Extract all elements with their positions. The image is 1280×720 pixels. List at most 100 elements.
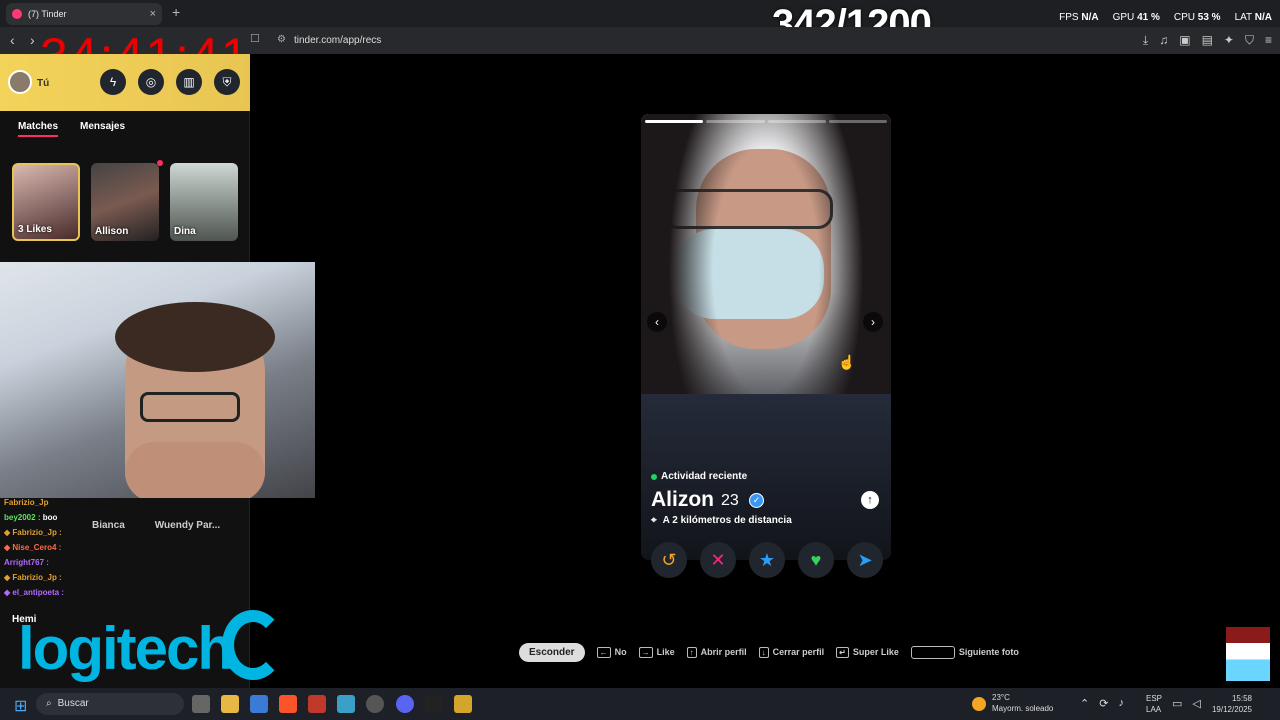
chat-line: bey2002 : boo bbox=[4, 513, 58, 522]
tab-matches[interactable]: Matches bbox=[18, 121, 59, 137]
chat-line: ◆ Nise_Cero4 : bbox=[4, 543, 62, 552]
keyboard-hints: Esconder ← No → Like ↑ Abrir perfil ↓ Cerrar… bbox=[519, 643, 1019, 662]
taskbar-search[interactable]: ⌕ Buscar bbox=[36, 693, 184, 715]
ai-icon[interactable]: ✦ bbox=[1224, 33, 1234, 48]
logitech-g-logo bbox=[222, 610, 284, 680]
prev-photo-icon[interactable]: ‹ bbox=[647, 312, 667, 332]
taskbar-clock[interactable]: 15:58 19/12/2025 bbox=[1210, 693, 1252, 715]
swipe-actions: ↺ ✕ ★ ♥ ➤ bbox=[651, 542, 883, 578]
briefcase-icon: ▥ bbox=[183, 75, 195, 89]
weather-icon bbox=[972, 697, 986, 711]
super-like-icon: ★ bbox=[758, 549, 776, 570]
hint-like: → Like bbox=[638, 647, 675, 658]
site-info-icon[interactable]: ⚙ bbox=[277, 34, 286, 45]
profile-name: Alizon bbox=[651, 488, 714, 511]
brave-browser-icon[interactable] bbox=[279, 695, 297, 713]
close-tab-icon[interactable]: × bbox=[150, 8, 156, 20]
store-icon[interactable] bbox=[250, 695, 268, 713]
language-indicator[interactable]: ESP LAA bbox=[1146, 693, 1162, 715]
hint-next-photo: Siguiente foto bbox=[910, 646, 1019, 659]
mic-icon[interactable]: ♪ bbox=[1118, 697, 1124, 710]
profile-distance: ⌖ A 2 kilómetros de distancia bbox=[651, 515, 792, 526]
download-icon[interactable]: ⤓ bbox=[1143, 33, 1148, 48]
app-icon[interactable] bbox=[454, 695, 472, 713]
spacebar-icon bbox=[910, 646, 955, 659]
hint-super-like: ↵ Super Like bbox=[836, 647, 899, 658]
capcut-icon[interactable] bbox=[425, 695, 443, 713]
hint-open-profile: ↑ Abrir perfil bbox=[686, 647, 747, 658]
match-card-allison[interactable]: Allison bbox=[91, 163, 159, 241]
bookmark-icon[interactable]: ☐ bbox=[250, 32, 260, 45]
system-tray-right: ▭ ◁ bbox=[1172, 697, 1201, 710]
app-icon[interactable] bbox=[308, 695, 326, 713]
system-tray: ⌃ ⟳ ♪ bbox=[1080, 697, 1124, 710]
avatar[interactable] bbox=[8, 70, 32, 94]
url-field[interactable]: tinder.com/app/recs bbox=[294, 35, 381, 46]
chat-line: Arright767 : bbox=[4, 558, 49, 567]
photo-progress bbox=[645, 120, 887, 123]
like-button[interactable]: ♥ bbox=[798, 542, 834, 578]
next-photo-icon[interactable]: › bbox=[863, 312, 883, 332]
nope-button[interactable]: ✕ bbox=[700, 542, 736, 578]
tab-messages[interactable]: Mensajes bbox=[80, 121, 125, 137]
activity-status: Actividad reciente bbox=[651, 471, 747, 482]
windows-taskbar: ⊞ ⌕ Buscar 23°C Mayorm. soleado ⌃ ⟳ ♪ ESP… bbox=[0, 688, 1280, 720]
sync-icon[interactable]: ⟳ bbox=[1099, 697, 1108, 710]
hint-close-profile: ↓ Cerrar perfil bbox=[758, 647, 824, 658]
safety-button[interactable]: ⛨ bbox=[214, 69, 240, 95]
super-like-button[interactable]: ★ bbox=[749, 542, 785, 578]
hint-no: ← No bbox=[596, 647, 627, 658]
match-card-likes[interactable]: 3 Likes bbox=[12, 163, 80, 241]
rewind-button[interactable]: ↺ bbox=[651, 542, 687, 578]
forward-icon[interactable]: › bbox=[30, 32, 35, 48]
media-icon[interactable]: ♫ bbox=[1159, 33, 1168, 48]
menu-icon[interactable]: ≡ bbox=[1265, 33, 1272, 48]
wallet-icon[interactable]: ▤ bbox=[1202, 33, 1213, 48]
match-label: Allison bbox=[95, 226, 129, 237]
profile-age: 23 bbox=[721, 492, 739, 509]
back-icon[interactable]: ‹ bbox=[10, 32, 15, 48]
new-tab-icon[interactable]: + bbox=[172, 4, 180, 20]
webcam-overlay bbox=[0, 262, 315, 498]
discord-icon[interactable] bbox=[396, 695, 414, 713]
nope-icon: ✕ bbox=[710, 549, 726, 570]
verified-icon: ✓ bbox=[749, 493, 764, 508]
file-explorer-icon[interactable] bbox=[221, 695, 239, 713]
boost-button[interactable]: ➤ bbox=[847, 542, 883, 578]
notepad-icon[interactable] bbox=[337, 695, 355, 713]
weather-widget[interactable]: 23°C Mayorm. soleado bbox=[992, 692, 1053, 714]
shield-icon: ⛨ bbox=[222, 74, 232, 89]
stat-lat: LAT N/A bbox=[1234, 12, 1272, 23]
sidebar-tabs: Matches Mensajes bbox=[18, 121, 125, 137]
boost-button[interactable]: ϟ bbox=[100, 69, 126, 95]
chevron-up-icon[interactable]: ⌃ bbox=[1080, 697, 1089, 710]
briefcase-button[interactable]: ▥ bbox=[176, 69, 202, 95]
open-profile-button[interactable]: ↑ bbox=[861, 491, 879, 509]
profile-card[interactable]: ‹ › Actividad reciente Alizon 23 ✓ ⌖ A 2 … bbox=[641, 114, 891, 560]
photo-progress-segment bbox=[767, 120, 826, 123]
vpn-icon[interactable]: ⛉ bbox=[1245, 33, 1254, 48]
windows-start-icon[interactable]: ⊞ bbox=[14, 696, 27, 716]
volume-icon[interactable]: ◁ bbox=[1192, 697, 1200, 710]
online-dot-icon bbox=[651, 473, 657, 480]
pixel-mascot bbox=[1226, 627, 1270, 681]
logitech-logo: logitech bbox=[18, 615, 234, 682]
chat-line: Fabrizio_Jp bbox=[4, 498, 49, 507]
explore-button[interactable]: ◎ bbox=[138, 69, 164, 95]
sidebar-toggle-icon[interactable]: ▣ bbox=[1179, 33, 1190, 48]
match-card-dina[interactable]: Dina bbox=[170, 163, 238, 241]
network-icon[interactable]: ▭ bbox=[1172, 697, 1182, 710]
streamer-hand bbox=[125, 442, 265, 498]
location-pin-icon: ⌖ bbox=[651, 515, 657, 526]
browser-tab[interactable]: (7) Tinder × bbox=[6, 3, 162, 25]
user-label[interactable]: Tú bbox=[37, 78, 49, 89]
toolbar-icons: ⤓ ♫ ▣ ▤ ✦ ⛉ ≡ bbox=[1143, 33, 1272, 48]
stat-cpu: CPU 53 % bbox=[1173, 12, 1221, 23]
task-view-icon[interactable] bbox=[192, 695, 210, 713]
chat-line: ◆ el_antipoeta : bbox=[4, 588, 64, 597]
streamer-hair bbox=[115, 302, 275, 372]
obs-icon[interactable] bbox=[366, 695, 384, 713]
tab-title: (7) Tinder bbox=[28, 9, 67, 19]
rewind-icon: ↺ bbox=[661, 549, 677, 570]
hide-hints-button[interactable]: Esconder bbox=[519, 643, 585, 662]
